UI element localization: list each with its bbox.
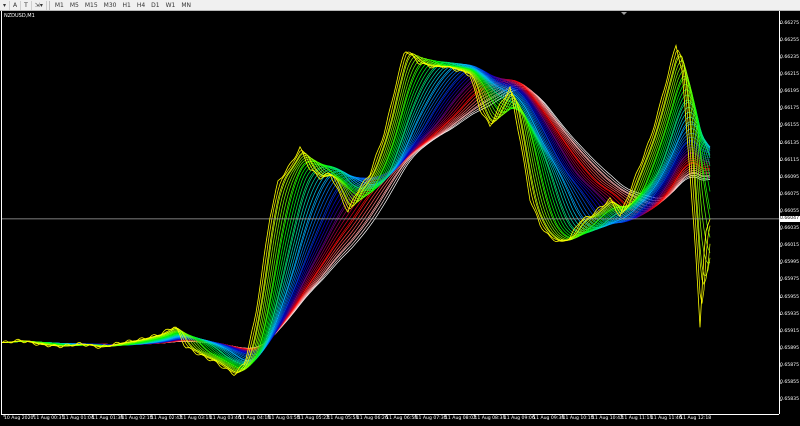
time-tick-label: 11 Aug 02:42 xyxy=(151,416,182,421)
time-tick-label: 11 Aug 06:26 xyxy=(356,416,388,421)
price-tick-label: 0.65955 xyxy=(780,294,799,300)
timeframe-h4-button[interactable]: H4 xyxy=(134,1,148,10)
timeframe-m30-button[interactable]: M30 xyxy=(101,1,120,10)
price-tick-label: 0.66195 xyxy=(780,89,799,95)
time-tick-label: 10 Aug 2020 xyxy=(4,416,34,421)
price-tick-label: 0.66055 xyxy=(780,209,799,214)
price-tick-label: 0.66035 xyxy=(780,226,799,232)
moving-average-line xyxy=(1,72,711,353)
time-tick-label: 11 Aug 03:46 xyxy=(209,416,241,421)
time-scale[interactable]: 10 Aug 2020 11 Aug 00:31 11 Aug 01:04 11 Au… xyxy=(0,414,779,426)
time-tick-label: 11 Aug 09:38 xyxy=(533,416,565,421)
chart-shift-marker-icon[interactable] xyxy=(621,12,627,15)
time-tick-label: 11 Aug 01:38 xyxy=(92,416,124,421)
price-chart[interactable] xyxy=(0,11,800,426)
price-tick-label: 0.65975 xyxy=(780,277,799,283)
time-tick-label: 11 Aug 05:54 xyxy=(327,416,359,421)
time-tick-label: 11 Aug 08:02 xyxy=(445,416,476,421)
shapes-tool-icon[interactable]: ⇲▾ xyxy=(32,0,47,10)
price-tick-label: 0.66155 xyxy=(780,123,799,129)
price-tick-label: 0.65835 xyxy=(780,397,799,403)
text-tool-button[interactable]: A xyxy=(10,0,22,10)
timeframe-m15-button[interactable]: M15 xyxy=(82,1,101,10)
price-tick-label: 0.65915 xyxy=(780,328,799,334)
time-tick-label: 11 Aug 03:14 xyxy=(180,416,212,421)
price-tick-label: 0.66275 xyxy=(780,20,799,26)
price-tick-label: 0.66075 xyxy=(780,191,799,197)
price-tick-label: 0.66015 xyxy=(780,243,799,249)
time-tick-label: 11 Aug 10:10 xyxy=(562,416,594,421)
moving-average-line xyxy=(1,64,711,361)
price-tick-label: 0.66095 xyxy=(780,174,799,180)
time-tick-label: 11 Aug 10:42 xyxy=(592,416,623,421)
chart-title: NZDUSD,M1 xyxy=(4,13,35,19)
time-tick-label: 11 Aug 08:34 xyxy=(474,416,506,421)
time-tick-label: 11 Aug 04:50 xyxy=(268,416,300,421)
time-tick-label: 11 Aug 04:18 xyxy=(239,416,271,421)
time-tick-label: 11 Aug 11:14 xyxy=(621,416,653,421)
price-tick-label: 0.66175 xyxy=(780,106,799,112)
time-tick-label: 11 Aug 02:10 xyxy=(121,416,153,421)
moving-average-line xyxy=(1,63,711,362)
text-label-tool-button[interactable]: T xyxy=(21,0,32,10)
price-tick-label: 0.65895 xyxy=(780,345,799,351)
moving-average-ribbon xyxy=(1,49,711,374)
timeframe-m1-button[interactable]: M1 xyxy=(52,1,67,10)
moving-average-line xyxy=(1,67,711,356)
timeframe-mn-button[interactable]: MN xyxy=(178,1,194,10)
price-tick-label: 0.66215 xyxy=(780,72,799,78)
price-tick-label: 0.66235 xyxy=(780,54,799,60)
time-tick-label: 11 Aug 06:58 xyxy=(386,416,418,421)
time-tick-label: 11 Aug 09:06 xyxy=(503,416,535,421)
timeframe-m5-button[interactable]: M5 xyxy=(67,1,82,10)
price-tick-label: 0.66255 xyxy=(780,37,799,43)
price-tick-label: 0.66135 xyxy=(780,140,799,146)
timeframe-h1-button[interactable]: H1 xyxy=(119,1,133,10)
timeframe-w1-button[interactable]: W1 xyxy=(163,1,179,10)
timeframe-d1-button[interactable]: D1 xyxy=(148,1,162,10)
moving-average-line xyxy=(1,67,711,355)
price-tick-label: 0.65855 xyxy=(780,380,799,386)
time-tick-label: 11 Aug 12:18 xyxy=(680,416,712,421)
time-tick-label: 11 Aug 11:46 xyxy=(650,416,682,421)
price-scale[interactable]: 0.66275 0.66255 0.66235 0.66215 0.66195 0.661… xyxy=(779,11,800,414)
time-tick-label: 11 Aug 00:31 xyxy=(33,416,65,421)
axis-ticks xyxy=(3,23,782,417)
price-tick-label: 0.65875 xyxy=(780,363,799,369)
dropdown-arrow-icon[interactable]: ▾ xyxy=(0,0,11,10)
time-tick-label: 11 Aug 05:22 xyxy=(298,416,329,421)
time-tick-label: 11 Aug 01:04 xyxy=(62,416,94,421)
current-price-label: 0.66047 xyxy=(780,215,800,222)
price-tick-label: 0.65995 xyxy=(780,260,799,266)
time-tick-label: 11 Aug 07:30 xyxy=(415,416,447,421)
price-tick-label: 0.65935 xyxy=(780,311,799,317)
price-tick-label: 0.66115 xyxy=(780,157,799,163)
chart-toolbar: ▾ A T ⇲▾ M1 M5 M15 M30 H1 H4 D1 W1 MN xyxy=(0,0,800,11)
toolbar-separator xyxy=(48,0,50,10)
